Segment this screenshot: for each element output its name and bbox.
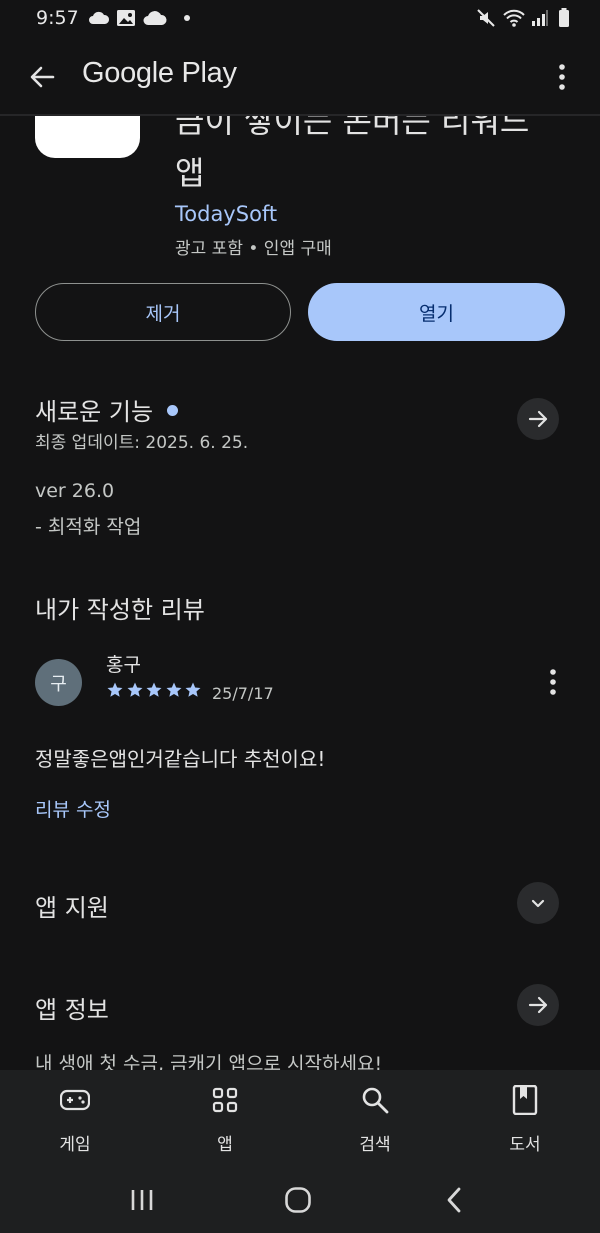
avatar: 구	[35, 659, 82, 706]
more-notifications-dot-icon	[184, 15, 190, 21]
cloud-icon	[143, 11, 167, 25]
nav-item-search[interactable]: 검색	[315, 1070, 435, 1166]
about-app-heading: 앱 정보	[35, 996, 109, 1024]
header-title: Google Play	[82, 57, 237, 89]
more-vert-icon	[559, 64, 565, 90]
battery-icon	[559, 8, 569, 27]
star-icon	[146, 682, 162, 697]
system-back-button[interactable]	[434, 1182, 474, 1218]
star-rating	[106, 681, 204, 699]
status-time: 9:57	[36, 7, 79, 29]
chevron-left-icon	[447, 1187, 461, 1213]
star-icon	[127, 682, 142, 697]
nav-label-search: 검색	[359, 1135, 391, 1155]
nav-item-games[interactable]: 게임	[15, 1070, 135, 1166]
developer-link[interactable]: TodaySoft	[175, 202, 277, 226]
recent-apps-button[interactable]	[122, 1182, 162, 1218]
whats-new-heading: 새로운 기능	[35, 392, 179, 427]
app-support-expand-button[interactable]	[517, 882, 559, 924]
app-support-heading: 앱 지원	[35, 894, 109, 922]
home-icon	[285, 1187, 311, 1213]
arrow-back-icon	[30, 66, 55, 88]
play-store-app-details: 9:57 Google Play 금이 쌓이는 돈버는 리워드 앱 TodayS…	[0, 0, 600, 1233]
mute-icon	[477, 9, 495, 27]
book-icon	[510, 1085, 540, 1115]
reviewer-name: 홍구	[106, 654, 141, 676]
arrow-forward-icon	[528, 410, 548, 428]
signal-icon	[532, 10, 548, 26]
about-app-arrow-button[interactable]	[517, 984, 559, 1026]
app-title-line2: 앱	[175, 154, 205, 192]
more-options-button[interactable]	[548, 57, 576, 97]
status-notification-icons	[88, 8, 191, 28]
bottom-navigation: 게임 앱 검색 도서	[0, 1070, 600, 1166]
nav-item-books[interactable]: 도서	[465, 1070, 585, 1166]
apps-grid-icon	[210, 1085, 240, 1115]
last-updated-date: 최종 업데이트: 2025. 6. 25.	[35, 433, 249, 453]
wifi-icon	[503, 9, 525, 27]
back-button[interactable]	[22, 57, 62, 97]
cloud-icon	[89, 11, 110, 24]
review-text: 정말좋은앱인거같습니다 추천이요!	[35, 747, 326, 771]
search-icon	[360, 1085, 390, 1115]
nav-label-apps: 앱	[217, 1135, 233, 1155]
uninstall-button[interactable]: 제거	[35, 283, 291, 341]
app-meta-info: 광고 포함 • 인앱 구매	[175, 239, 332, 259]
review-options-button[interactable]	[546, 665, 560, 699]
chevron-down-icon	[531, 899, 545, 908]
nav-label-books: 도서	[509, 1135, 541, 1155]
system-navigation-bar	[0, 1166, 600, 1233]
more-vert-icon	[550, 669, 556, 695]
open-button[interactable]: 열기	[308, 283, 565, 341]
release-notes-version: ver 26.0	[35, 480, 115, 502]
whats-new-arrow-button[interactable]	[517, 398, 559, 440]
new-indicator-dot	[167, 404, 179, 416]
top-app-bar: Google Play	[0, 38, 600, 116]
release-notes-item: - 최적화 작업	[35, 516, 142, 538]
recent-apps-icon	[131, 1190, 153, 1210]
nav-item-apps[interactable]: 앱	[165, 1070, 285, 1166]
nav-label-games: 게임	[59, 1135, 91, 1155]
whats-new-title: 새로운 기능	[35, 398, 154, 426]
edit-review-link[interactable]: 리뷰 수정	[35, 795, 111, 822]
star-icon	[166, 682, 181, 697]
star-icon	[185, 682, 201, 697]
image-icon	[117, 10, 135, 26]
home-button[interactable]	[278, 1182, 318, 1218]
status-bar: 9:57	[0, 0, 600, 38]
my-review-heading: 내가 작성한 리뷰	[35, 596, 205, 624]
status-system-icons	[476, 7, 570, 29]
arrow-forward-icon	[528, 996, 548, 1014]
review-date: 25/7/17	[212, 684, 274, 703]
gamepad-icon	[60, 1085, 90, 1115]
star-icon	[107, 682, 123, 697]
